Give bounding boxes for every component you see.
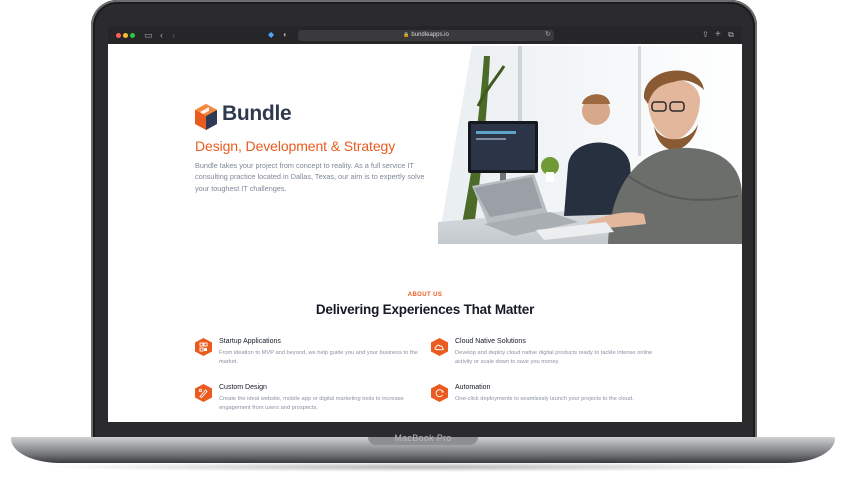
laptop-shadow xyxy=(40,462,806,472)
bundle-logo-icon[interactable] xyxy=(195,104,217,130)
startup-icon xyxy=(195,338,212,356)
url-text: bundleapps.io xyxy=(411,32,449,38)
cloud-icon xyxy=(431,338,448,356)
laptop-screen: ▭ ‹ › ◆ ◐ 🔒 bundleapps.io ↻ ⇪ + ⧉ Bundle … xyxy=(108,26,742,422)
hero-title: Design, Development & Strategy xyxy=(195,138,396,154)
sidebar-icon[interactable]: ▭ xyxy=(144,29,153,41)
back-chevron-icon[interactable]: ‹ xyxy=(160,29,163,41)
minimize-window-button[interactable] xyxy=(123,33,128,38)
browser-shield-icon[interactable]: ◆ xyxy=(268,29,274,41)
feature-description: Create the ideal website, mobile app or … xyxy=(219,396,404,411)
device-label: MacBook Pro xyxy=(394,433,452,443)
feature-description: One-click deployments to seamlessly laun… xyxy=(455,396,634,402)
web-page: Bundle Design, Development & Strategy Bu… xyxy=(108,44,742,422)
lock-icon: 🔒 xyxy=(403,32,410,38)
zoom-window-button[interactable] xyxy=(130,33,135,38)
section-eyebrow: ABOUT US xyxy=(407,292,443,298)
feature-description: From ideation to MVP and beyond, we help… xyxy=(219,350,418,365)
section-title: Delivering Experiences That Matter xyxy=(315,302,535,317)
feature-title: Startup Applications xyxy=(219,338,281,345)
feature-title: Custom Design xyxy=(219,384,267,391)
feature-description: Develop and deploy cloud native digital … xyxy=(455,350,653,365)
share-icon[interactable]: ⇪ xyxy=(702,29,709,41)
privacy-icon[interactable]: ◐ xyxy=(283,29,288,41)
close-window-button[interactable] xyxy=(116,33,121,38)
hero-description: Bundle takes your project from concept t… xyxy=(195,161,425,193)
feature-title: Automation xyxy=(455,384,491,391)
browser-toolbar: ▭ ‹ › ◆ ◐ 🔒 bundleapps.io ↻ ⇪ + ⧉ xyxy=(108,26,742,45)
hero-photo xyxy=(438,46,742,244)
design-icon xyxy=(195,384,212,402)
automation-icon xyxy=(431,384,448,402)
tabs-icon[interactable]: ⧉ xyxy=(728,29,734,41)
forward-chevron-icon[interactable]: › xyxy=(172,29,175,41)
plus-icon[interactable]: + xyxy=(715,29,721,41)
feature-title: Cloud Native Solutions xyxy=(455,338,526,345)
address-bar[interactable]: 🔒 bundleapps.io xyxy=(298,30,554,41)
reload-icon[interactable]: ↻ xyxy=(545,29,551,41)
logo-text[interactable]: Bundle xyxy=(222,102,292,126)
